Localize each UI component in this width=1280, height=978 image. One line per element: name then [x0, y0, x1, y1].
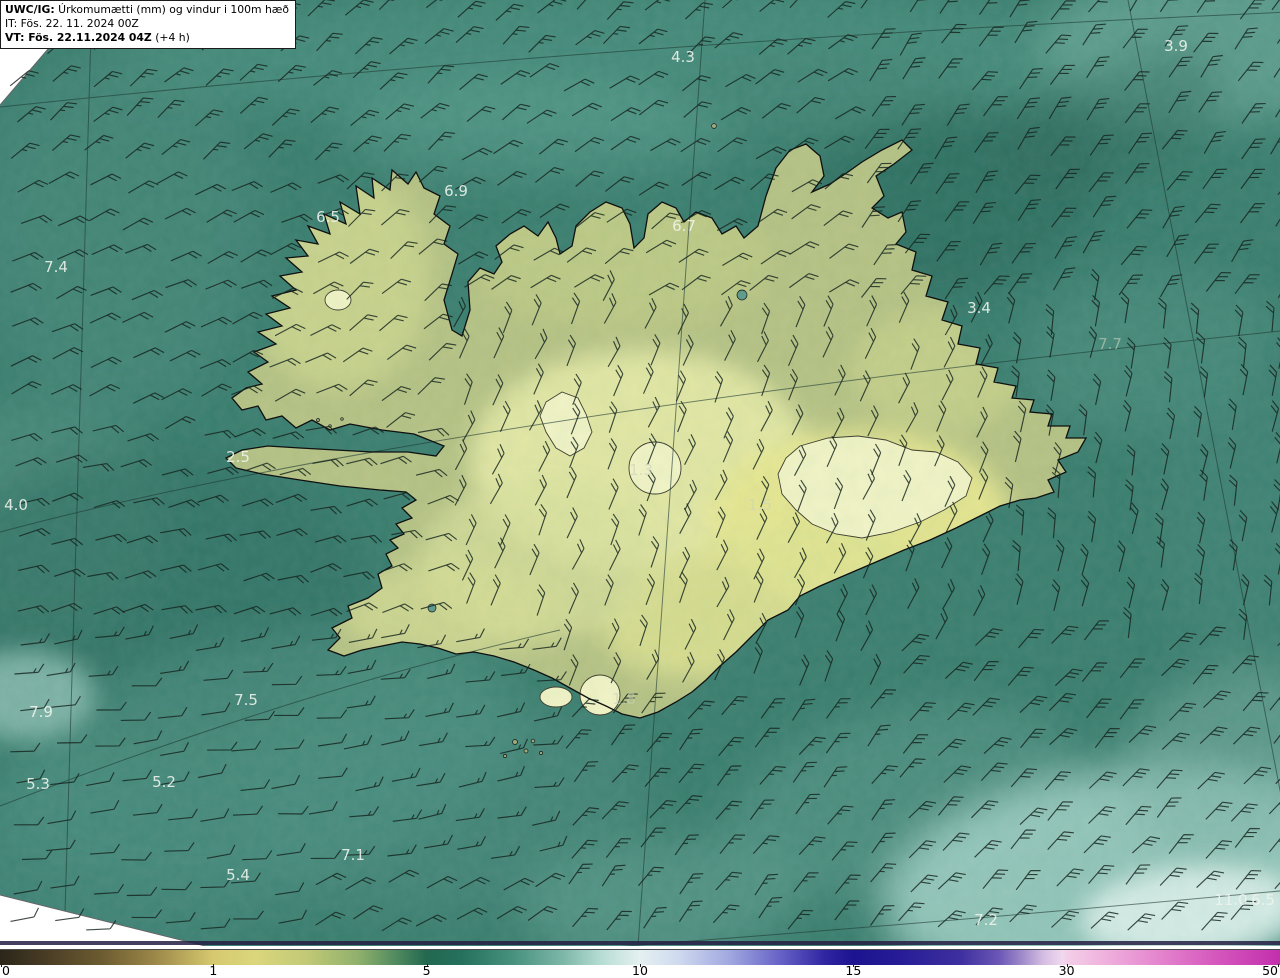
product-code: UWC/IG:	[5, 3, 55, 16]
contour-label: 5.4	[226, 866, 250, 884]
contour-label: 3.4	[967, 299, 991, 317]
title-line-init: IT: Fös. 22. 11. 2024 00Z	[5, 17, 139, 31]
colorbar-label: 30	[1058, 963, 1075, 978]
colorbar-label: 10	[632, 963, 648, 978]
contour-label: 3.9	[1164, 37, 1188, 55]
contour-label: 6.5	[316, 208, 340, 226]
contour-label: 2.5	[226, 448, 250, 466]
contour-label: 7.5	[234, 691, 258, 709]
colorbar-label: 1	[209, 963, 218, 978]
precipitation-wind-map: 4.3 3.9 6.9 6.5 6.7 7.4 3.4 7.7 2.5 4.0 1.3 1.5 1.8 7…	[0, 0, 1280, 946]
title-box: UWC/IG: Úrkomumætti (mm) og vindur i 100…	[0, 0, 296, 50]
colorbar-label: 50	[1262, 963, 1278, 978]
title-line-valid: VT: Fös. 22.11.2024 04Z (+4 h)	[5, 31, 289, 45]
colorbar-label: 5	[422, 963, 431, 978]
contour-label: 1.8	[612, 690, 636, 708]
valid-offset: (+4 h)	[151, 31, 190, 45]
contour-label: 1.5	[748, 496, 772, 514]
contour-label: 11.0	[1214, 891, 1247, 909]
contour-label: 1.3	[629, 461, 653, 479]
contour-label: 7.7	[1098, 335, 1122, 353]
contour-label: 5.2	[152, 773, 176, 791]
map-frame-bottom	[0, 941, 1280, 945]
colorbar-tick	[1278, 964, 1279, 967]
weather-map-page: 4.3 3.9 6.9 6.5 6.7 7.4 3.4 7.7 2.5 4.0 1.3 1.5 1.8 7…	[0, 0, 1280, 978]
product-title: Úrkomumætti (mm) og vindur i 100m hæð	[54, 3, 289, 16]
contour-label: 6.7	[672, 217, 696, 235]
colorbar-area: 0 1 5 10 15 30 50	[0, 946, 1280, 978]
colorbar-label: 15	[845, 963, 862, 978]
contour-label: 6.5	[1251, 891, 1275, 909]
contour-label: 7.1	[341, 846, 365, 864]
title-line-product: UWC/IG: Úrkomumætti (mm) og vindur i 100…	[5, 3, 289, 17]
contour-label: 7.2	[974, 911, 998, 929]
contour-label: 7.4	[44, 258, 68, 276]
contour-label: 5.3	[26, 775, 50, 793]
valid-time: VT: Fös. 22.11.2024 04Z	[5, 31, 152, 45]
colorbar-label: 0	[2, 963, 10, 978]
contour-label: 6.9	[444, 182, 468, 200]
contour-label: 7.9	[29, 703, 53, 721]
contour-label: 4.3	[671, 48, 695, 66]
contour-label: 4.0	[4, 496, 28, 514]
